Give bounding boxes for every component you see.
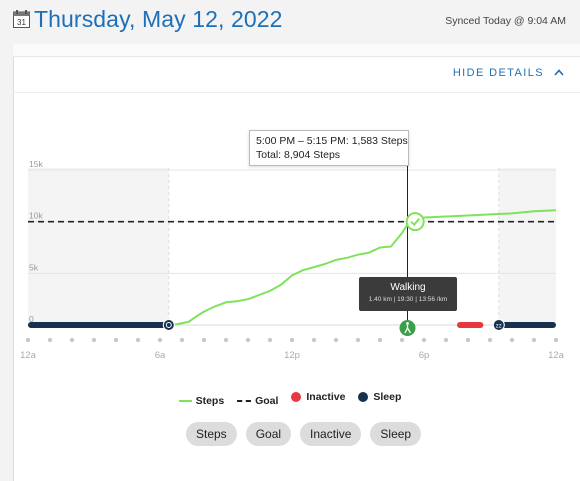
hour-dot <box>25 337 31 343</box>
hour-dot <box>443 337 449 343</box>
tooltip-total: Total: 8,904 Steps <box>256 149 341 161</box>
y-tick-label: 5k <box>29 262 39 272</box>
hour-dot <box>399 337 405 343</box>
hour-dot <box>91 337 97 343</box>
legend-goal-swatch <box>237 400 252 402</box>
hour-dot <box>69 337 75 343</box>
hour-dot <box>179 337 185 343</box>
hour-dot <box>487 337 493 343</box>
x-tick-label: 12a <box>548 350 565 361</box>
legend-inactive: Inactive <box>291 391 345 403</box>
legend-goal: Goal <box>237 395 278 407</box>
hour-dot <box>201 337 207 343</box>
legend-steps: Steps <box>178 395 225 407</box>
hour-dot <box>135 337 141 343</box>
goal-reached-marker <box>405 212 425 232</box>
hour-dot <box>465 337 471 343</box>
filter-inactive-chip[interactable]: Inactive <box>300 422 362 446</box>
sleep-shade-0 <box>28 168 169 325</box>
hour-dot <box>47 337 53 343</box>
alarm-clock-icon <box>162 319 175 331</box>
hour-dot <box>355 337 361 343</box>
steps-tooltip: 5:00 PM – 5:15 PM: 1,583 Steps Total: 8,… <box>249 130 409 166</box>
chart-legend: Steps Goal Inactive Sleep <box>0 391 580 407</box>
filter-goal-chip[interactable]: Goal <box>245 422 292 446</box>
hour-dot <box>289 337 295 343</box>
sleep-bar-1 <box>498 322 556 328</box>
legend-inactive-label: Inactive <box>306 391 346 403</box>
legend-goal-label: Goal <box>255 395 279 407</box>
steps-chart[interactable]: 15k10k5k0zz12a 6a 12p 6p 12a <box>0 0 580 480</box>
filter-steps-chip[interactable]: Steps <box>186 422 237 446</box>
y-tick-label: 10k <box>29 211 43 221</box>
legend-sleep-label: Sleep <box>373 391 402 403</box>
hour-dot <box>157 337 163 343</box>
hour-dot <box>333 337 339 343</box>
activity-title: Walking <box>390 282 426 293</box>
legend-steps-swatch <box>178 400 192 402</box>
hour-dot <box>553 337 559 343</box>
walking-icon-head <box>406 322 409 325</box>
hour-dot <box>421 337 427 343</box>
inactive-bar-0 <box>457 322 484 328</box>
hour-dot <box>267 337 273 343</box>
hour-dot <box>245 337 251 343</box>
hour-dot <box>377 337 383 343</box>
hour-dot <box>509 337 515 343</box>
legend-steps-label: Steps <box>195 395 225 407</box>
hour-dot <box>311 337 317 343</box>
activity-detail: 1.40 km | 19:30 | 13:56 /km <box>368 296 448 303</box>
filter-chips: Steps Goal Inactive Sleep <box>186 422 422 446</box>
x-tick-label: 6a <box>155 350 166 361</box>
tooltip-interval: 5:00 PM – 5:15 PM: 1,583 Steps <box>256 135 408 147</box>
legend-sleep-swatch <box>358 392 369 402</box>
sleep-zz-glyph: zz <box>496 324 502 330</box>
sleep-bar-0 <box>28 322 169 328</box>
legend-inactive-swatch <box>291 392 302 402</box>
filter-sleep-chip[interactable]: Sleep <box>370 422 422 446</box>
x-tick-label: 12a <box>20 350 37 361</box>
legend-sleep: Sleep <box>358 391 401 403</box>
sleep-shade-1 <box>498 168 556 325</box>
x-tick-label: 6p <box>419 350 430 361</box>
y-tick-label: 15k <box>29 159 43 169</box>
hour-dot <box>223 337 229 343</box>
activity-tooltip: Walking 1.40 km | 19:30 | 13:56 /km <box>359 277 457 311</box>
hour-dot <box>531 337 537 343</box>
hour-dot <box>113 337 119 343</box>
x-tick-label: 12p <box>284 350 300 361</box>
